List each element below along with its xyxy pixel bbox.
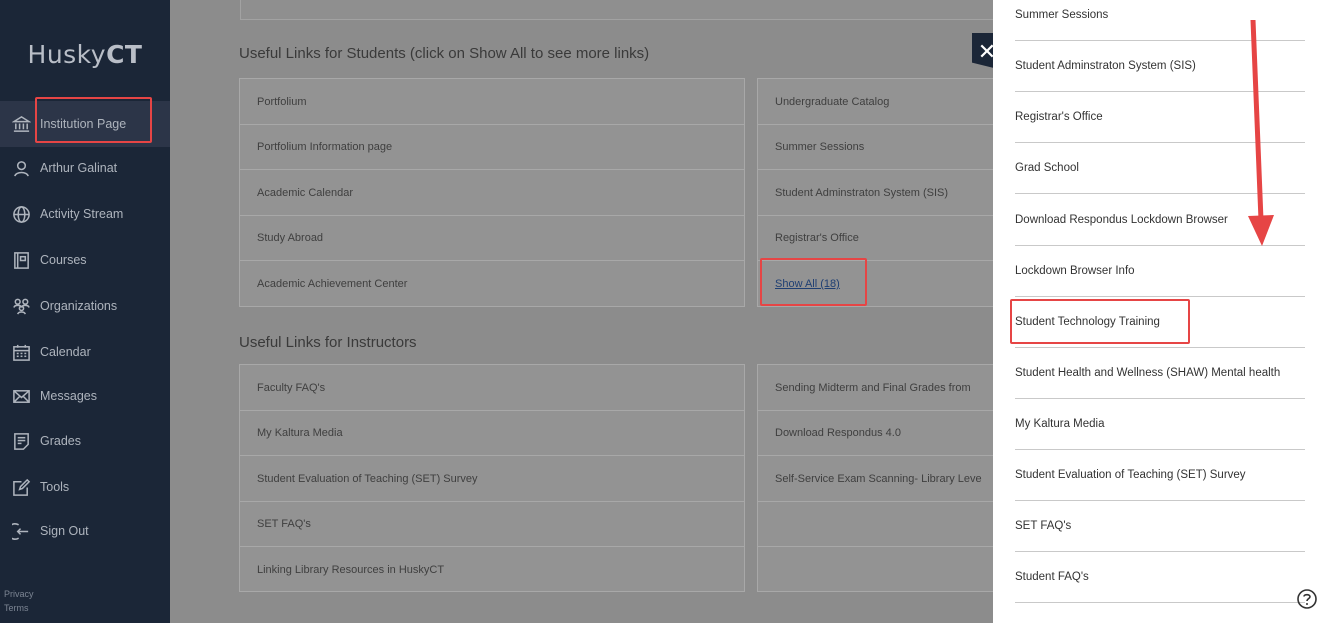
- instructors-links-left-table: Faculty FAQ's My Kaltura Media Student E…: [239, 364, 745, 592]
- highlight-institution-page: [35, 97, 152, 143]
- link-linking-library-resources[interactable]: Linking Library Resources in HuskyCT: [240, 547, 744, 593]
- help-icon[interactable]: [1296, 588, 1318, 610]
- sidebar-item-label: Organizations: [40, 299, 118, 313]
- instructors-links-right-table: Sending Midterm and Final Grades from Do…: [757, 364, 994, 592]
- link-registrars-office[interactable]: Registrar's Office: [758, 215, 994, 261]
- sidebar-item-calendar[interactable]: Calendar: [0, 329, 170, 375]
- link-student-admin-system[interactable]: Student Adminstraton System (SIS): [758, 170, 994, 216]
- students-links-left-table: Portfolium Portfolium Information page A…: [239, 78, 745, 307]
- sidebar-item-label: Courses: [40, 253, 87, 267]
- highlight-student-technology-training: [1010, 299, 1190, 344]
- sidebar-item-arthur-galinat[interactable]: Arthur Galinat: [0, 145, 170, 191]
- link-my-kaltura-media[interactable]: My Kaltura Media: [240, 410, 744, 456]
- tools-icon: [10, 476, 32, 498]
- link-portfolium[interactable]: Portfolium: [240, 79, 744, 125]
- link-study-abroad[interactable]: Study Abroad: [240, 215, 744, 261]
- sidebar-footer: Privacy Terms: [4, 587, 34, 615]
- link-summer-sessions[interactable]: Summer Sessions: [758, 124, 994, 170]
- empty-cell: [758, 501, 994, 547]
- previous-module-edge: [240, 0, 998, 20]
- sidebar-item-grades[interactable]: Grades: [0, 418, 170, 464]
- panel-item-my-kaltura-media[interactable]: My Kaltura Media: [1015, 399, 1305, 450]
- link-set-faqs[interactable]: SET FAQ's: [240, 501, 744, 547]
- link-download-respondus[interactable]: Download Respondus 4.0: [758, 410, 994, 456]
- link-portfolium-info[interactable]: Portfolium Information page: [240, 124, 744, 170]
- link-academic-achievement-center[interactable]: Academic Achievement Center: [240, 261, 744, 307]
- husky-ct-logo[interactable]: HuskyCT: [0, 40, 170, 69]
- sidebar-item-label: Calendar: [40, 345, 91, 359]
- sidebar-item-tools[interactable]: Tools: [0, 464, 170, 510]
- envelope-icon: [10, 385, 32, 407]
- instructors-links-heading: Useful Links for Instructors: [239, 334, 417, 351]
- panel-item-lockdown-browser-info[interactable]: Lockdown Browser Info: [1015, 246, 1305, 297]
- sidebar-item-sign-out[interactable]: Sign Out: [0, 508, 170, 554]
- sidebar: HuskyCT Institution Page Arthur Galinat …: [0, 0, 170, 623]
- courses-icon: [10, 249, 32, 271]
- sidebar-item-label: Activity Stream: [40, 207, 124, 221]
- link-undergraduate-catalog[interactable]: Undergraduate Catalog: [758, 79, 994, 125]
- sidebar-item-messages[interactable]: Messages: [0, 373, 170, 419]
- sidebar-item-label: Sign Out: [40, 524, 89, 538]
- panel-item-shaw-mental-health[interactable]: Student Health and Wellness (SHAW) Menta…: [1015, 348, 1305, 399]
- institution-icon: [10, 113, 32, 135]
- red-arrow-annotation: [1248, 20, 1274, 246]
- link-academic-calendar[interactable]: Academic Calendar: [240, 170, 744, 216]
- sidebar-item-label: Grades: [40, 434, 81, 448]
- sidebar-item-activity-stream[interactable]: Activity Stream: [0, 191, 170, 237]
- link-faculty-faqs[interactable]: Faculty FAQ's: [240, 365, 744, 411]
- panel-item-set-survey[interactable]: Student Evaluation of Teaching (SET) Sur…: [1015, 450, 1305, 501]
- sidebar-item-organizations[interactable]: Organizations: [0, 283, 170, 329]
- link-exam-scanning[interactable]: Self-Service Exam Scanning- Library Leve: [758, 456, 994, 502]
- calendar-icon: [10, 341, 32, 363]
- sidebar-item-courses[interactable]: Courses: [0, 237, 170, 283]
- panel-item-student-faqs[interactable]: Student FAQ's: [1015, 552, 1305, 603]
- globe-icon: [10, 203, 32, 225]
- sign-out-icon: [10, 520, 32, 542]
- privacy-link[interactable]: Privacy: [4, 587, 34, 601]
- grades-icon: [10, 430, 32, 452]
- highlight-show-all: [760, 258, 867, 306]
- organizations-icon: [10, 295, 32, 317]
- sidebar-item-label: Tools: [40, 480, 70, 494]
- terms-link[interactable]: Terms: [4, 601, 34, 615]
- link-sending-grades[interactable]: Sending Midterm and Final Grades from: [758, 365, 994, 411]
- user-icon: [10, 157, 32, 179]
- link-set-survey[interactable]: Student Evaluation of Teaching (SET) Sur…: [240, 456, 744, 502]
- sidebar-item-label: Messages: [40, 389, 97, 403]
- students-links-heading: Useful Links for Students (click on Show…: [239, 45, 650, 62]
- sidebar-item-label: Arthur Galinat: [40, 161, 118, 175]
- panel-item-set-faqs[interactable]: SET FAQ's: [1015, 501, 1305, 552]
